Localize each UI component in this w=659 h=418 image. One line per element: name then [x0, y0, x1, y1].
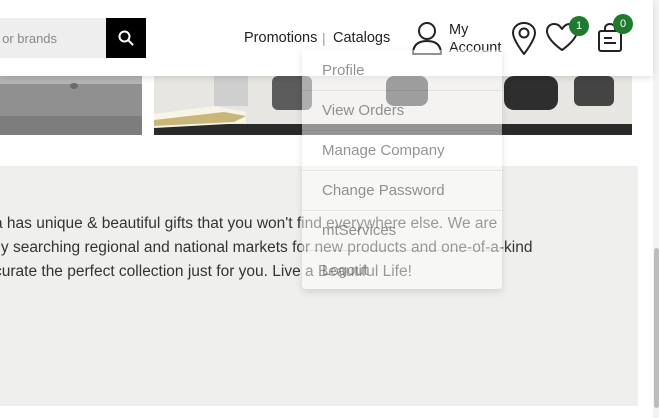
nav-promotions-link[interactable]: Promotions — [244, 30, 317, 46]
wishlist-count-badge: 1 — [569, 16, 589, 36]
menu-item-view-orders[interactable]: View Orders — [302, 90, 502, 130]
menu-item-profile[interactable]: Profile — [302, 50, 502, 90]
page-scrollbar-thumb[interactable] — [654, 248, 659, 408]
account-dropdown-menu: Profile View Orders Manage Company Chang… — [302, 50, 502, 289]
search-icon — [118, 30, 134, 46]
search-input[interactable] — [0, 18, 106, 58]
menu-item-manage-company[interactable]: Manage Company — [302, 130, 502, 170]
cart-button[interactable]: 0 — [596, 14, 636, 56]
location-pin-icon[interactable] — [511, 21, 537, 56]
search-box — [0, 18, 106, 58]
cart-count-badge: 0 — [613, 14, 633, 34]
account-label-line1: My — [449, 22, 469, 38]
menu-item-change-password[interactable]: Change Password — [302, 170, 502, 210]
search-button[interactable] — [106, 18, 146, 58]
lifestyle-image-left — [0, 76, 142, 135]
nav-separator: | — [322, 30, 326, 46]
nav-catalogs-link[interactable]: Catalogs — [333, 30, 390, 46]
menu-item-mtservices[interactable]: mtServices — [302, 210, 502, 250]
wishlist-button[interactable]: 1 — [545, 16, 591, 56]
menu-item-logout[interactable]: Logout — [302, 250, 502, 290]
